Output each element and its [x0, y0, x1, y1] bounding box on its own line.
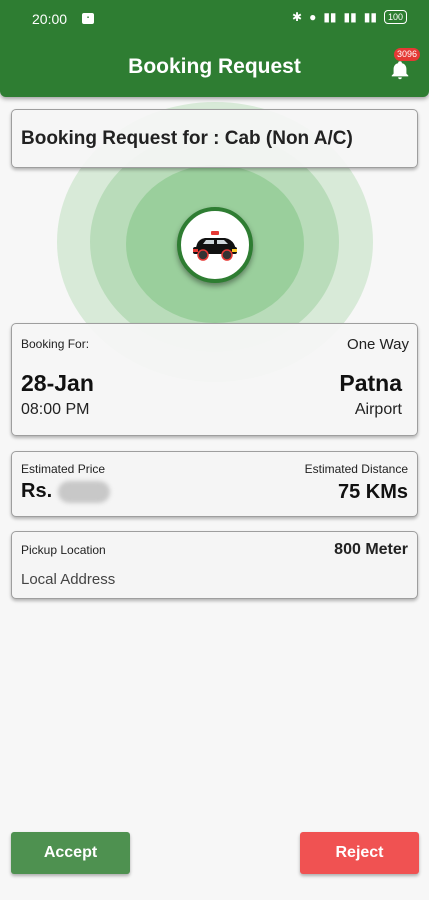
status-bar: 20:00 ▪ ✱ ● ▮▮ ▮▮ ▮▮ 100 [0, 0, 429, 38]
car-icon [193, 231, 237, 261]
destination-place: Airport [354, 401, 402, 418]
distance-label: Estimated Distance [304, 462, 408, 476]
signal-icon: ▮▮ [343, 10, 357, 24]
status-time: 20:00 [32, 11, 68, 27]
request-title: Booking Request for : Cab (Non A/C) [21, 128, 353, 149]
status-icons: ✱ ● ▮▮ ▮▮ ▮▮ 100 [292, 10, 407, 24]
price-label: Estimated Price [21, 462, 106, 476]
price-value-redacted [58, 481, 110, 503]
bell-icon[interactable] [389, 59, 411, 81]
booking-date: 28-Jan [21, 370, 94, 396]
booking-time: 08:00 PM [21, 401, 90, 418]
booking-for-label: Booking For: [21, 337, 90, 351]
distance-value: 75 KMs [337, 481, 408, 503]
estimate-card: Estimated Price Rs. Estimated Distance 7… [11, 451, 418, 517]
battery-icon: 100 [383, 10, 407, 24]
price-prefix: Rs. [21, 480, 53, 502]
app-bar: 20:00 ▪ ✱ ● ▮▮ ▮▮ ▮▮ 100 Booking Request… [0, 0, 429, 97]
page-title: Booking Request [128, 55, 301, 78]
signal-icon: ▮▮ [323, 10, 337, 24]
reject-button[interactable]: Reject [300, 832, 419, 874]
pickup-address: Local Address [21, 571, 116, 588]
pickup-label: Pickup Location [21, 543, 106, 557]
app-notification-icon: ▪ [82, 13, 94, 24]
trip-type: One Way [347, 336, 409, 353]
pickup-distance: 800 Meter [334, 541, 408, 558]
location-icon: ● [309, 10, 317, 24]
pickup-card: Pickup Location 800 Meter Local Address [11, 531, 418, 599]
request-card: Booking Request for : Cab (Non A/C) [11, 109, 418, 168]
car-avatar [177, 207, 253, 283]
booking-card: Booking For: One Way 28-Jan 08:00 PM Pat… [11, 323, 418, 436]
signal-icon: ▮▮ [363, 10, 377, 24]
notification-badge: 3096 [394, 48, 421, 61]
bluetooth-icon: ✱ [292, 10, 303, 24]
destination-city: Patna [339, 370, 402, 396]
accept-button[interactable]: Accept [11, 832, 130, 874]
